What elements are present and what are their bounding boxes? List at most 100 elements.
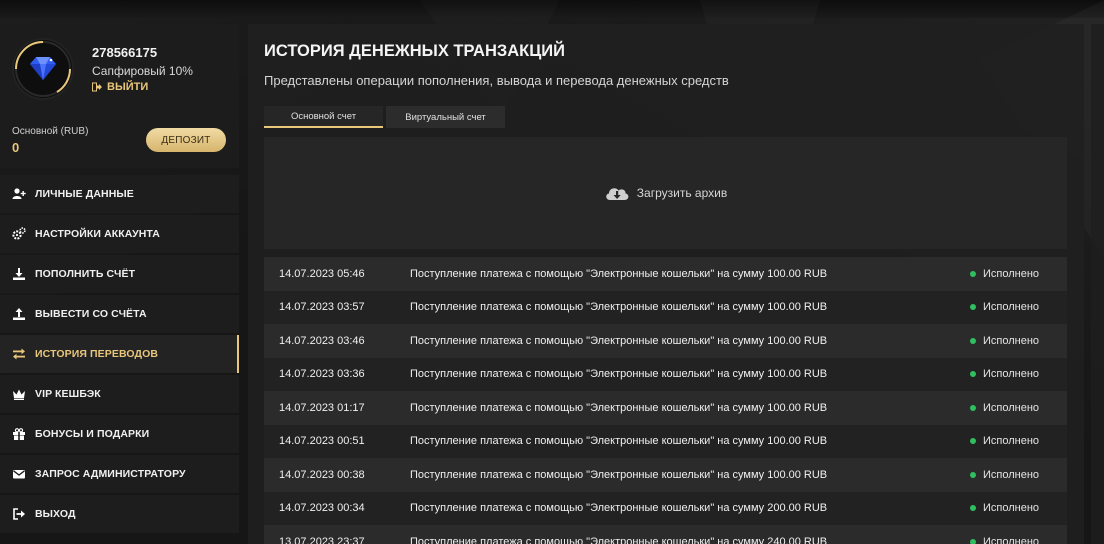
sidebar-item-admin-request[interactable]: ЗАПРОС АДМИНИСТРАТОРУ [0,455,239,493]
sidebar-item-logout[interactable]: ВЫХОД [0,495,239,533]
sidebar-item-deposit[interactable]: ПОПОЛНИТЬ СЧЁТ [0,255,239,293]
page: 278566175 Сапфировый 10% ВЫЙТИ Основной … [0,0,1104,544]
sidebar-item-label: БОНУСЫ И ПОДАРКИ [35,428,150,440]
tx-date: 14.07.2023 00:34 [279,502,365,515]
download-archive-button[interactable]: Загрузить архив [264,137,1067,249]
status-dot-icon [970,471,976,478]
tx-description: Поступление платежа с помощью "Электронн… [410,468,828,481]
gears-icon [12,227,26,240]
exchange-icon [13,348,25,360]
tx-date: 14.07.2023 00:38 [279,468,365,481]
tx-description: Поступление платежа с помощью "Электронн… [410,267,828,280]
logout-link[interactable]: ВЫЙТИ [92,81,148,93]
sidebar-item-account-settings[interactable]: НАСТРОЙКИ АККАУНТА [0,215,239,253]
gift-icon [13,428,25,440]
user-id: 278566175 [92,45,158,60]
table-row: 14.07.2023 00:34 Поступление платежа с п… [264,491,1067,525]
status-text: Исполнено [983,502,1040,515]
tx-date: 14.07.2023 03:46 [279,334,365,347]
cloud-download-icon [606,188,629,200]
page-subtitle: Представлены операции пополнения, вывода… [264,73,729,88]
status-dot-icon [970,404,976,411]
upload-icon [13,308,25,320]
sidebar-item-label: ЗАПРОС АДМИНИСТРАТОРУ [35,468,186,480]
table-row: 14.07.2023 03:57 Поступление платежа с п… [264,290,1067,324]
tx-description: Поступление платежа с помощью "Электронн… [410,368,828,381]
table-row: 14.07.2023 03:36 Поступление платежа с п… [264,357,1067,391]
sidebar-item-label: ЛИЧНЫЕ ДАННЫЕ [35,188,134,200]
table-row: 14.07.2023 01:17 Поступление платежа с п… [264,391,1067,425]
envelope-icon [13,470,25,479]
top-bar [0,0,1104,18]
status-badge: Исполнено [970,469,1039,481]
sapphire-gem-icon [30,57,56,80]
tx-description: Поступление платежа с помощью "Электронн… [410,401,828,414]
status-dot-icon [970,371,976,378]
sidebar-item-label: НАСТРОЙКИ АККАУНТА [35,228,160,240]
status-text: Исполнено [983,368,1040,381]
status-text: Исполнено [983,468,1040,481]
download-icon [13,268,25,280]
tx-description: Поступление платежа с помощью "Электронн… [410,502,828,515]
status-dot-icon [970,538,976,544]
user-plus-icon [12,188,26,199]
status-text: Исполнено [983,535,1040,544]
page-title: ИСТОРИЯ ДЕНЕЖНЫХ ТРАНЗАКЦИЙ [264,42,565,60]
crown-icon [13,389,25,400]
table-row: 13.07.2023 23:37 Поступление платежа с п… [264,525,1067,544]
status-dot-icon [970,505,976,512]
tx-date: 14.07.2023 05:46 [279,267,365,280]
logout-link-label: ВЫЙТИ [107,81,149,93]
table-row: 14.07.2023 00:51 Поступление платежа с п… [264,424,1067,458]
status-badge: Исполнено [970,268,1039,280]
tx-date: 14.07.2023 01:17 [279,401,365,414]
sidebar-item-label: VIP КЕШБЭК [35,388,101,400]
scrollbar[interactable] [1091,24,1104,544]
table-row: 14.07.2023 03:46 Поступление платежа с п… [264,324,1067,358]
sidebar-menu: ЛИЧНЫЕ ДАННЫЕ НАСТРОЙКИ АККАУНТА ПОПОЛНИ… [0,175,239,535]
status-badge: Исполнено [970,435,1039,447]
sidebar-item-label: ВЫХОД [35,508,76,520]
status-dot-icon [970,270,976,277]
sidebar-item-label: ВЫВЕСТИ СО СЧЁТА [35,308,147,320]
tx-description: Поступление платежа с помощью "Электронн… [410,535,828,544]
sidebar-item-label: ПОПОЛНИТЬ СЧЁТ [35,268,136,280]
tab-virtual-account[interactable]: Виртуальный счет [386,106,505,128]
profile-card: 278566175 Сапфировый 10% ВЫЙТИ Основной … [0,24,239,168]
sidebar-item-transfer-history[interactable]: ИСТОРИЯ ПЕРЕВОДОВ [0,335,239,373]
table-row: 14.07.2023 05:46 Поступление платежа с п… [264,257,1067,291]
sidebar-item-withdraw[interactable]: ВЫВЕСТИ СО СЧЁТА [0,295,239,333]
status-badge: Исполнено [970,368,1039,380]
sidebar-item-personal-data[interactable]: ЛИЧНЫЕ ДАННЫЕ [0,175,239,213]
status-badge: Исполнено [970,536,1039,544]
tx-date: 14.07.2023 00:51 [279,435,365,448]
tx-date: 13.07.2023 23:37 [279,535,365,544]
status-text: Исполнено [983,301,1040,314]
status-dot-icon [970,304,976,311]
deposit-button[interactable]: ДЕПОЗИТ [146,128,226,152]
sidebar-item-vip-cashback[interactable]: VIP КЕШБЭК [0,375,239,413]
tx-description: Поступление платежа с помощью "Электронн… [410,334,828,347]
main-panel: ИСТОРИЯ ДЕНЕЖНЫХ ТРАНЗАКЦИЙ Представлены… [248,24,1084,544]
tx-description: Поступление платежа с помощью "Электронн… [410,435,828,448]
status-badge: Исполнено [970,335,1039,347]
status-dot-icon [970,438,976,445]
tab-main-account[interactable]: Основной счет [264,106,383,128]
status-text: Исполнено [983,435,1040,448]
tx-date: 14.07.2023 03:57 [279,301,365,314]
balance-label: Основной (RUB) [12,126,89,137]
sign-out-icon [13,508,25,520]
status-badge: Исполнено [970,301,1039,313]
sign-out-icon [92,82,102,92]
user-level: Сапфировый 10% [92,64,193,78]
avatar [14,40,72,98]
tx-description: Поступление платежа с помощью "Электронн… [410,301,828,314]
status-text: Исполнено [983,334,1040,347]
sidebar-item-label: ИСТОРИЯ ПЕРЕВОДОВ [35,348,159,360]
sidebar-item-bonuses[interactable]: БОНУСЫ И ПОДАРКИ [0,415,239,453]
status-dot-icon [970,337,976,344]
download-archive-label: Загрузить архив [636,186,728,200]
status-badge: Исполнено [970,502,1039,514]
tx-date: 14.07.2023 03:36 [279,368,365,381]
balance-value: 0 [12,140,20,155]
